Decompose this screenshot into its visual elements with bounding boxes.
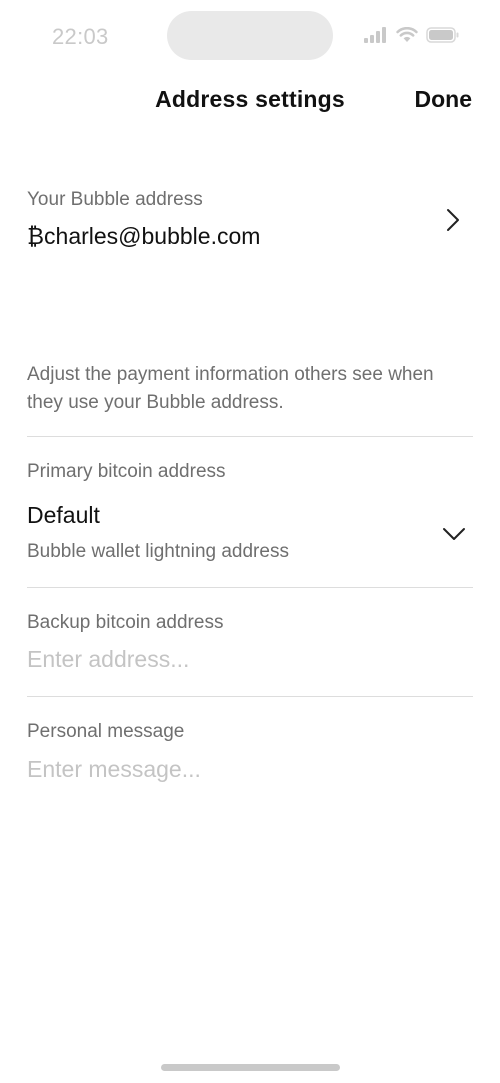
bubble-address-label: Your Bubble address <box>27 189 203 210</box>
divider <box>27 587 473 588</box>
primary-bitcoin-value: Default <box>27 502 100 528</box>
wifi-icon <box>396 27 418 43</box>
backup-bitcoin-input[interactable] <box>27 643 467 675</box>
backup-bitcoin-label: Backup bitcoin address <box>27 612 224 633</box>
bubble-address-value: ₿charles@bubble.com <box>27 223 261 249</box>
status-icons <box>364 26 460 44</box>
personal-message-input[interactable] <box>27 753 467 785</box>
divider <box>27 436 473 437</box>
payment-info-description: Adjust the payment information others se… <box>27 364 434 413</box>
bubble-address-row[interactable]: Your Bubble address ₿charles@bubble.com <box>0 176 500 266</box>
chevron-right-icon <box>446 208 460 237</box>
personal-message-label: Personal message <box>27 721 185 742</box>
primary-bitcoin-label: Primary bitcoin address <box>27 461 226 482</box>
done-button[interactable]: Done <box>415 86 473 113</box>
primary-bitcoin-subtitle: Bubble wallet lightning address <box>27 541 289 562</box>
primary-bitcoin-select[interactable]: Default Bubble wallet lightning address <box>0 490 500 576</box>
divider <box>27 696 473 697</box>
home-indicator[interactable] <box>161 1064 340 1071</box>
chevron-down-icon <box>442 527 466 546</box>
battery-icon <box>426 27 460 43</box>
status-time: 22:03 <box>52 24 109 49</box>
status-bar: 22:03 <box>0 0 500 72</box>
dynamic-island <box>167 11 333 60</box>
signal-icon <box>364 27 388 43</box>
